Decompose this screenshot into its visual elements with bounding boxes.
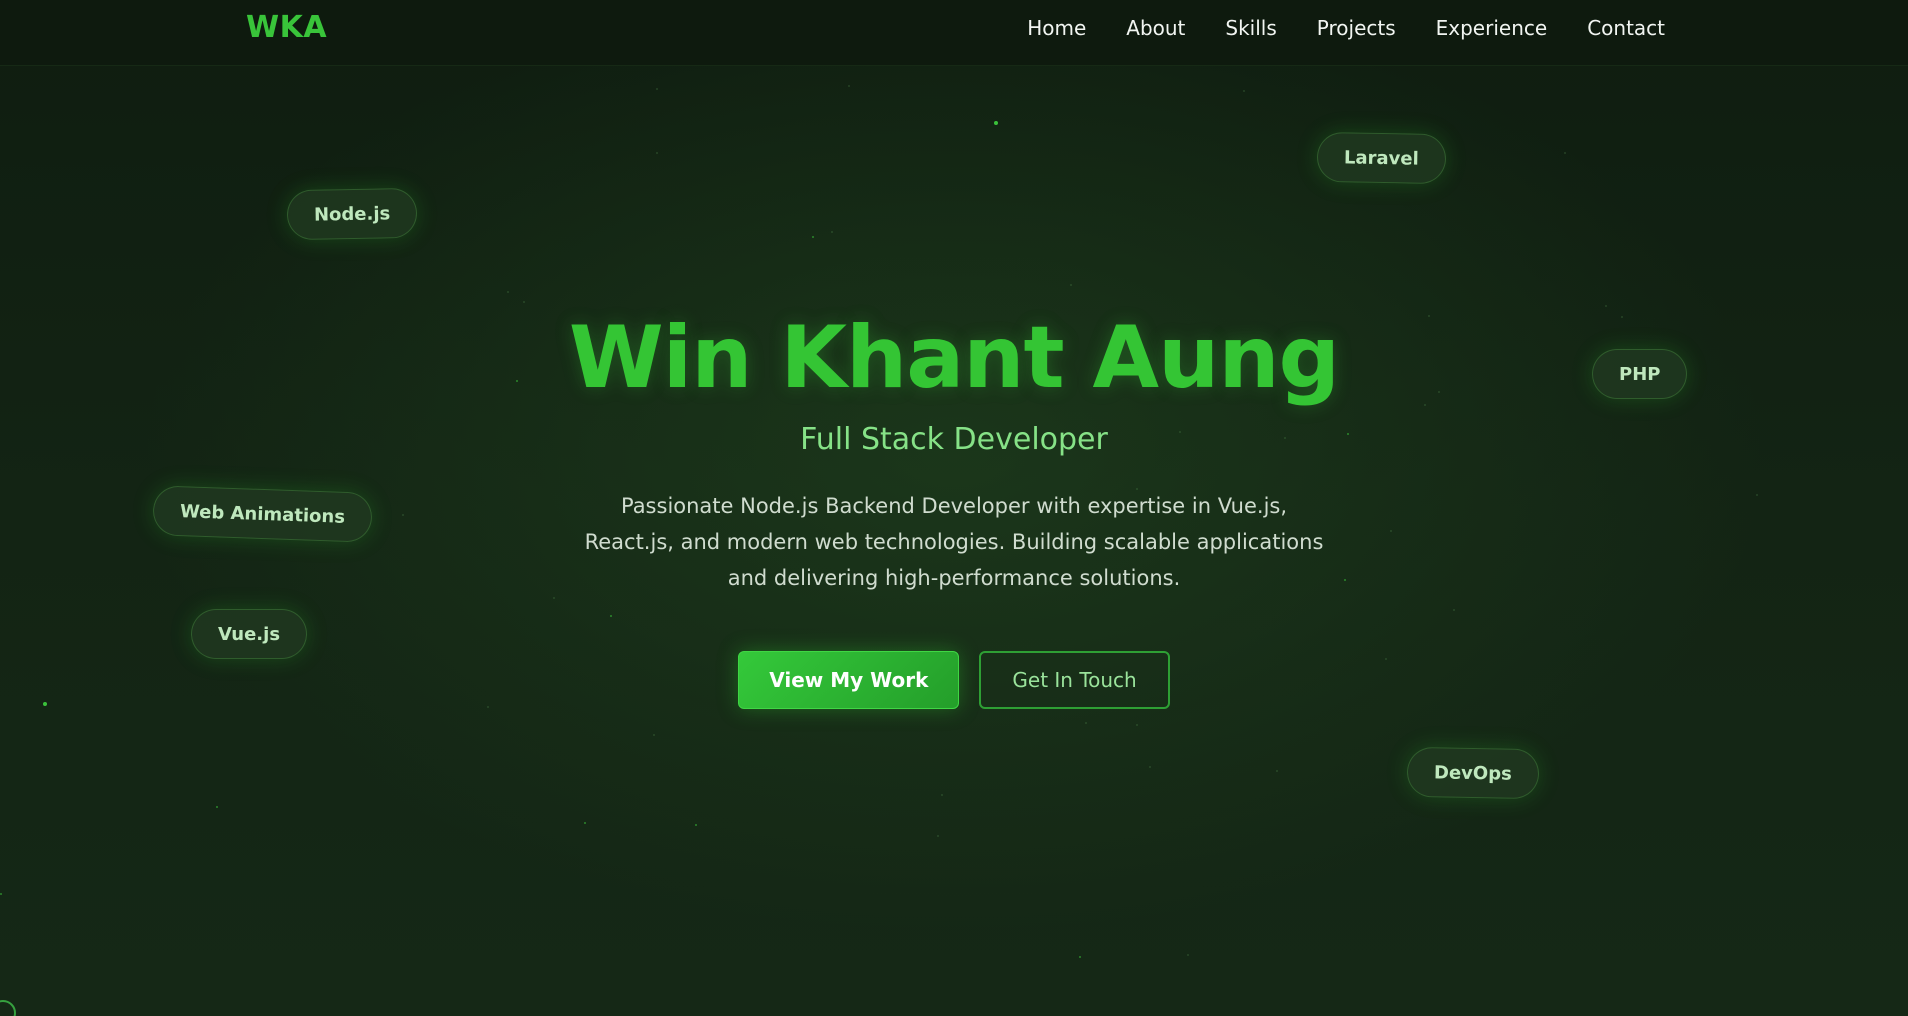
nav-link-home[interactable]: Home — [1027, 16, 1086, 40]
logo[interactable]: WKA — [246, 10, 327, 45]
hero-role: Full Stack Developer — [800, 422, 1108, 457]
tag-nodejs: Node.js — [286, 187, 418, 241]
view-my-work-button[interactable]: View My Work — [738, 651, 960, 709]
nav-link-skills[interactable]: Skills — [1225, 16, 1276, 40]
tag-laravel: Laravel — [1316, 131, 1447, 185]
hero-section: Win Khant Aung Full Stack Developer Pass… — [0, 300, 1908, 709]
nav-links: Home About Skills Projects Experience Co… — [1027, 16, 1665, 40]
nav-link-projects[interactable]: Projects — [1317, 16, 1396, 40]
tag-devops: DevOps — [1406, 746, 1540, 800]
navbar: WKA Home About Skills Projects Experienc… — [0, 0, 1908, 66]
nav-link-experience[interactable]: Experience — [1436, 16, 1548, 40]
nav-link-about[interactable]: About — [1126, 16, 1185, 40]
hero-description: Passionate Node.js Backend Developer wit… — [584, 494, 1324, 590]
nav-link-contact[interactable]: Contact — [1587, 16, 1665, 40]
get-in-touch-button[interactable]: Get In Touch — [979, 651, 1170, 709]
hero-buttons: View My Work Get In Touch — [0, 651, 1908, 709]
page: WKA Home About Skills Projects Experienc… — [0, 0, 1908, 1016]
scroll-indicator-icon — [0, 1000, 16, 1016]
hero-name: Win Khant Aung — [568, 308, 1340, 408]
